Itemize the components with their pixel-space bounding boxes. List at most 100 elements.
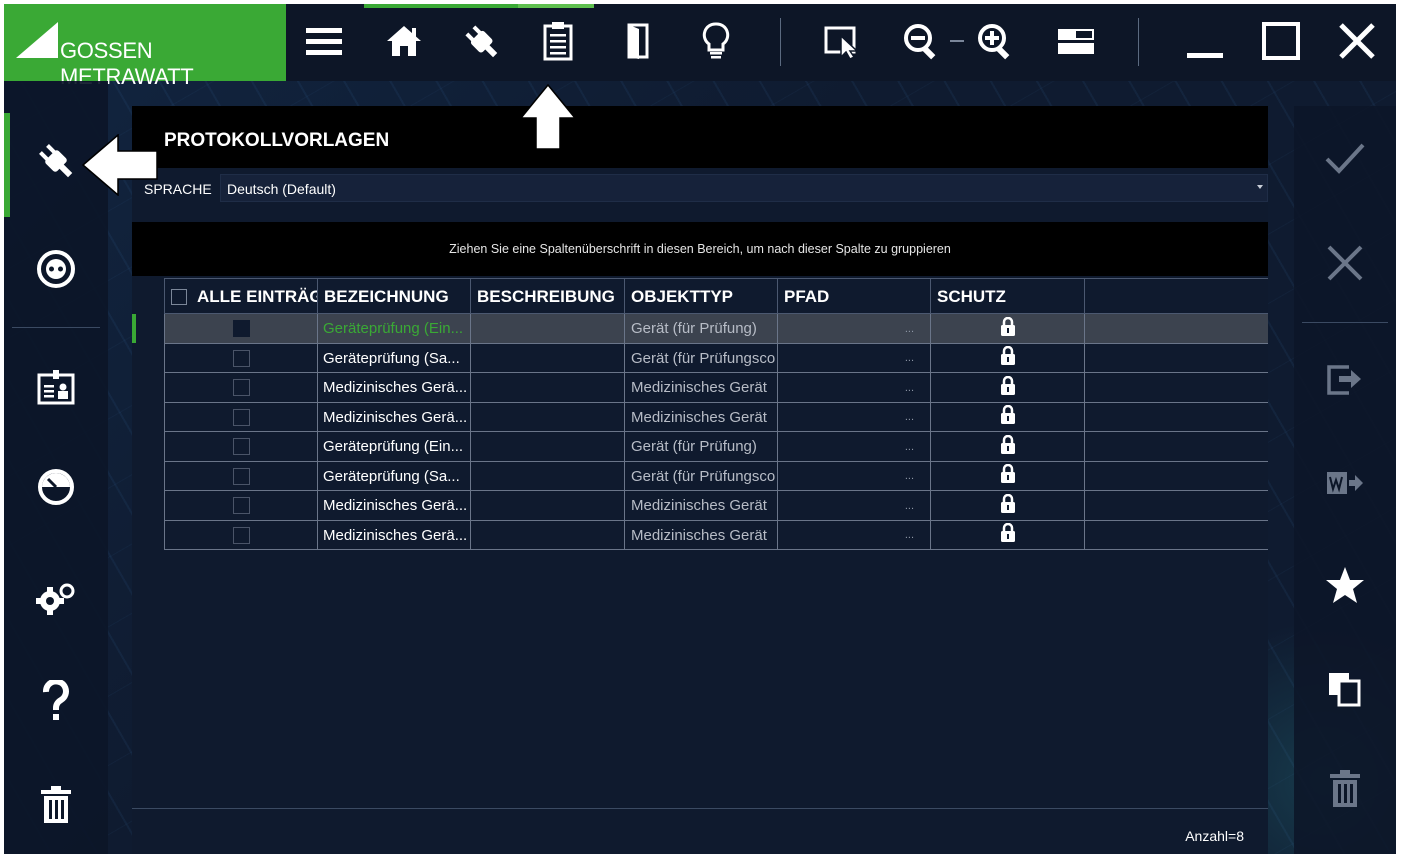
footer-divider (132, 808, 1268, 809)
home-icon[interactable] (380, 16, 428, 66)
top-toolbar: GOSSEN METRAWATT (4, 4, 1396, 89)
zoom-in-icon[interactable] (974, 16, 1018, 66)
row-checkbox[interactable] (232, 408, 250, 426)
settings-icon (34, 581, 78, 622)
cell-path[interactable]: ... (778, 491, 931, 520)
close-icon[interactable] (1334, 16, 1380, 66)
cell-path[interactable]: ... (778, 520, 931, 550)
door-icon[interactable] (616, 16, 660, 66)
clipboard-icon[interactable] (534, 16, 582, 66)
left-nav-help[interactable] (4, 653, 108, 753)
cell-path[interactable]: ... (778, 373, 931, 402)
cell-path[interactable]: ... (778, 343, 931, 373)
row-checkbox[interactable] (232, 438, 250, 455)
cell-description (471, 461, 625, 491)
panel-header: PROTOKOLLVORLAGEN (132, 106, 1268, 168)
selected-row-marker (132, 314, 136, 343)
help-icon (41, 677, 71, 727)
brand-mark-icon (16, 22, 58, 58)
column-header-path[interactable]: PFAD (778, 279, 931, 314)
row-checkbox[interactable] (232, 526, 250, 544)
left-nav-sockets[interactable] (4, 221, 108, 321)
table-row[interactable]: Medizinisches Gerä... Medizinisches Gerät… (164, 491, 1268, 521)
column-header-select-all[interactable]: ALLE EINTRÄGE (164, 279, 318, 314)
table-row[interactable]: Geräteprüfung (Ein... Gerät (für Prüfung)… (132, 314, 1268, 344)
socket-icon (36, 249, 76, 294)
left-nav-settings[interactable] (4, 551, 108, 651)
lock-icon (1000, 493, 1016, 518)
row-select-cell[interactable] (164, 402, 318, 432)
cancel-icon (1325, 243, 1365, 288)
left-nav-measurements[interactable] (4, 439, 108, 539)
column-header-description[interactable]: BESCHREIBUNG (471, 279, 625, 314)
group-by-drop-zone[interactable]: Ziehen Sie eine Spaltenüberschrift in di… (132, 222, 1268, 276)
table-row[interactable]: Medizinisches Gerä... Medizinisches Gerät… (164, 373, 1268, 403)
zoom-out-icon[interactable] (900, 16, 944, 66)
copy-icon (1325, 669, 1365, 714)
favorite-button[interactable] (1294, 542, 1396, 632)
annotation-arrow-up-icon (519, 83, 577, 155)
select-all-checkbox[interactable] (171, 288, 187, 305)
word-export-button[interactable] (1294, 440, 1396, 530)
cell-path[interactable]: ... (778, 314, 931, 343)
lock-icon (1000, 434, 1016, 459)
cell-description (471, 491, 625, 520)
row-checkbox[interactable] (232, 497, 250, 514)
select-cursor-icon[interactable] (820, 16, 868, 66)
row-checkbox[interactable] (232, 467, 250, 485)
plug-icon[interactable] (456, 16, 506, 66)
cancel-button[interactable] (1294, 220, 1396, 310)
cell-name: Geräteprüfung (Sa... (318, 343, 471, 373)
chevron-down-icon (1257, 185, 1263, 189)
column-header-object-type[interactable]: OBJEKTTYP (625, 279, 778, 314)
column-header-protection[interactable]: SCHUTZ (931, 279, 1085, 314)
annotation-arrow-left-icon (81, 133, 158, 201)
cell-path[interactable]: ... (778, 432, 931, 461)
language-select[interactable]: Deutsch (Default) (220, 174, 1268, 202)
row-checkbox[interactable] (232, 349, 250, 367)
row-select-cell[interactable] (164, 491, 318, 520)
table-row[interactable]: Medizinisches Gerä... Medizinisches Gerät… (164, 520, 1268, 550)
left-nav-customers[interactable] (4, 339, 108, 439)
row-select-cell[interactable] (164, 432, 318, 461)
cell-path[interactable]: ... (778, 461, 931, 491)
star-icon (1325, 565, 1365, 610)
cell-protection (931, 432, 1085, 461)
lightbulb-icon[interactable] (694, 16, 738, 66)
column-header-name[interactable]: BEZEICHNUNG (318, 279, 471, 314)
cell-object-type: Medizinisches Gerät (625, 373, 778, 402)
check-icon (1323, 141, 1367, 182)
cell-protection (931, 520, 1085, 550)
maximize-icon[interactable] (1258, 16, 1304, 66)
table-row[interactable]: Geräteprüfung (Ein... Gerät (für Prüfung)… (164, 432, 1268, 462)
table-row[interactable]: Geräteprüfung (Sa... Gerät (für Prüfungsc… (164, 461, 1268, 491)
left-nav-delete[interactable] (4, 757, 108, 854)
cell-description (471, 314, 625, 343)
row-checkbox[interactable] (232, 379, 250, 396)
right-action-bar (1294, 106, 1396, 854)
table-row[interactable]: Medizinisches Gerä... Medizinisches Gerät… (164, 402, 1268, 432)
cell-path[interactable]: ... (778, 402, 931, 432)
row-checkbox[interactable] (232, 320, 250, 337)
row-select-cell[interactable] (164, 520, 318, 550)
cell-protection (931, 373, 1085, 402)
cell-protection (931, 314, 1085, 343)
row-select-cell[interactable] (164, 343, 318, 373)
minimize-icon[interactable] (1182, 16, 1228, 66)
copy-button[interactable] (1294, 646, 1396, 736)
cell-object-type: Medizinisches Gerät (625, 402, 778, 432)
active-indicator-plug (364, 4, 518, 8)
lock-icon (1000, 345, 1016, 370)
menu-icon[interactable] (300, 16, 348, 66)
row-select-cell[interactable] (164, 461, 318, 491)
layout-icon[interactable] (1052, 16, 1100, 66)
confirm-button[interactable] (1294, 116, 1396, 206)
export-button[interactable] (1294, 336, 1396, 426)
table-row[interactable]: Geräteprüfung (Sa... Gerät (für Prüfungsc… (164, 343, 1268, 373)
cell-name: Medizinisches Gerä... (318, 373, 471, 402)
delete-button[interactable] (1294, 746, 1396, 836)
table-header: ALLE EINTRÄGE BEZEICHNUNG BESCHREIBUNG O… (164, 278, 1268, 314)
row-select-cell[interactable] (164, 373, 318, 402)
row-select-cell[interactable] (164, 314, 318, 343)
lock-icon (1000, 463, 1016, 488)
